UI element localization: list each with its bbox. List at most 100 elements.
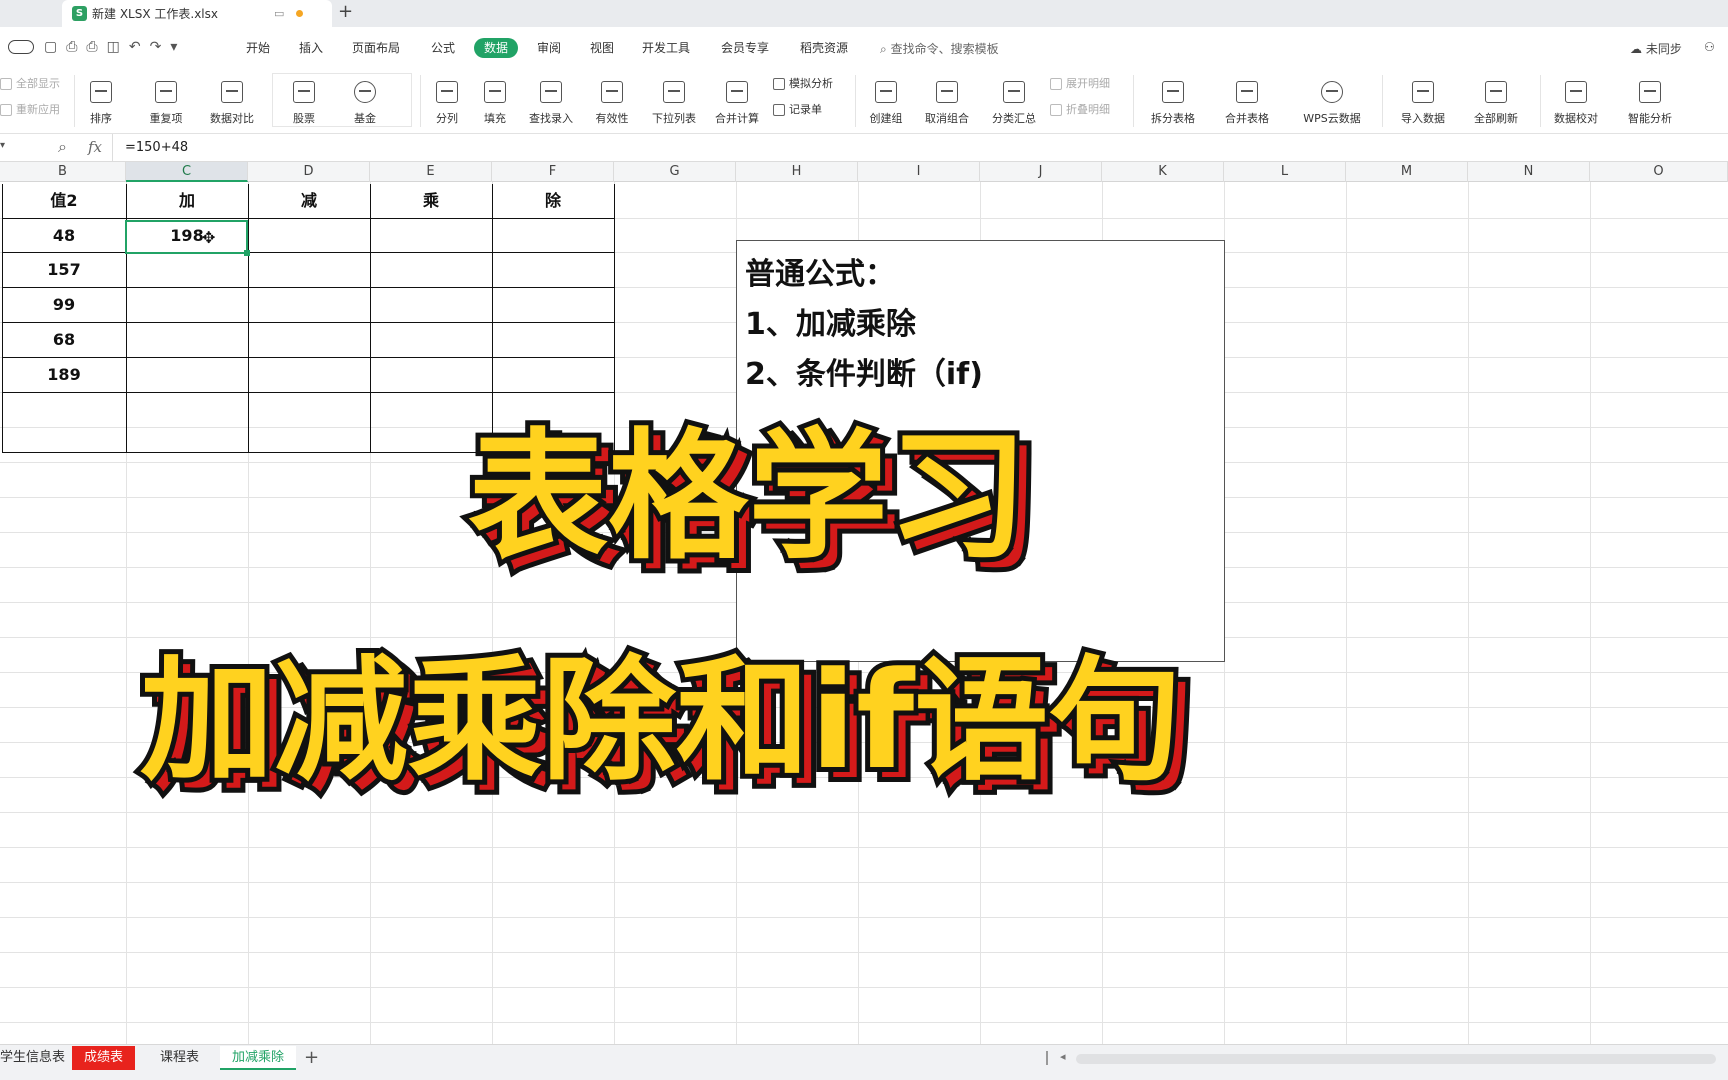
document-tab[interactable]: S 新建 XLSX 工作表.xlsx ▭ <box>62 0 332 27</box>
sheet-tab-students[interactable]: 学生信息表 <box>0 1046 77 1070</box>
account-icon[interactable]: ⚇ <box>1704 40 1715 54</box>
dropdown-list-button[interactable]: 下拉列表 <box>647 71 701 129</box>
wps-cloud-data-button[interactable]: WPS云数据 <box>1292 71 1372 129</box>
cell-b-value[interactable]: 48 <box>2 219 126 253</box>
quick-access-icons[interactable]: ▢⎙⎙◫↶↷▾ <box>44 39 186 55</box>
consolidate-icon <box>726 81 748 103</box>
menu-tab-developer[interactable]: 开发工具 <box>638 38 694 58</box>
split-table-button[interactable]: 拆分表格 <box>1140 71 1206 129</box>
cell-b-value[interactable]: 157 <box>2 253 126 287</box>
cell-b-value[interactable]: 99 <box>2 288 126 322</box>
column-header-b[interactable]: B <box>0 162 126 182</box>
fx-icon[interactable]: fx <box>88 138 102 156</box>
cloud-data-icon <box>1321 81 1343 103</box>
column-headers: B C D E F G H I J K L M N O <box>0 162 1728 182</box>
column-header-j[interactable]: J <box>980 162 1102 182</box>
menu-tab-formula[interactable]: 公式 <box>427 38 459 58</box>
add-sheet-button[interactable]: + <box>304 1047 319 1068</box>
new-tab-button[interactable]: + <box>338 1 353 22</box>
headline-1: 表格学习 <box>463 411 1033 584</box>
cell-f-header[interactable]: 除 <box>492 184 614 218</box>
create-group-label: 创建组 <box>869 112 903 125</box>
monitor-icon[interactable]: ▭ <box>274 7 284 20</box>
ribbon-data: 全部显示 重新应用 排序 重复项 数据对比 股票 基金 分列 填充 查找录入 有… <box>0 69 1728 134</box>
fill-button[interactable]: 填充 <box>475 71 515 129</box>
sheet-tab-courses[interactable]: 课程表 <box>148 1046 211 1070</box>
subtotal-button[interactable]: 分类汇总 <box>986 71 1042 129</box>
menu-tab-member[interactable]: 会员专享 <box>717 38 773 58</box>
cell-b-header[interactable]: 值2 <box>2 184 126 218</box>
menu-tab-layout[interactable]: 页面布局 <box>348 38 404 58</box>
cell-e-header[interactable]: 乘 <box>370 184 492 218</box>
consolidate-label: 合并计算 <box>715 112 759 125</box>
menu-tab-review[interactable]: 审阅 <box>533 38 565 58</box>
compare-button[interactable]: 数据对比 <box>202 71 262 129</box>
name-box-dropdown-icon[interactable]: ▾ <box>0 140 5 151</box>
show-all-button[interactable]: 全部显示 <box>0 75 60 93</box>
duplicates-button[interactable]: 重复项 <box>140 71 192 129</box>
merge-table-icon <box>1236 81 1258 103</box>
ungroup-button[interactable]: 取消组合 <box>916 71 978 129</box>
command-search[interactable]: ⌕ 查找命令、搜索模板 <box>880 40 999 57</box>
cell-d-header[interactable]: 减 <box>248 184 370 218</box>
formula-input[interactable]: =150+48 <box>112 134 1712 161</box>
refresh-icon <box>1485 81 1507 103</box>
reapply-icon <box>0 104 12 116</box>
validity-button[interactable]: 有效性 <box>587 71 637 129</box>
menu-tab-home[interactable]: 开始 <box>242 38 274 58</box>
column-header-c[interactable]: C <box>126 162 248 182</box>
expand-detail-button[interactable]: 展开明细 <box>1050 75 1110 93</box>
column-header-o[interactable]: O <box>1590 162 1728 182</box>
merge-table-button[interactable]: 合并表格 <box>1214 71 1280 129</box>
consolidate-button[interactable]: 合并计算 <box>710 71 764 129</box>
split-column-button[interactable]: 分列 <box>427 71 467 129</box>
menu-bar: ▢⎙⎙◫↶↷▾ 开始 插入 页面布局 公式 数据 审阅 视图 开发工具 会员专享… <box>0 27 1728 69</box>
toggle-icon[interactable] <box>8 40 34 54</box>
cell-b-value[interactable]: 68 <box>2 323 126 357</box>
sheet-tab-bar: 学生信息表 成绩表 课程表 加减乘除 + ◂ <box>0 1044 1728 1080</box>
home-tab[interactable] <box>0 0 62 27</box>
column-header-l[interactable]: L <box>1224 162 1346 182</box>
menu-tab-insert[interactable]: 插入 <box>295 38 327 58</box>
merge-table-label: 合并表格 <box>1225 112 1269 125</box>
column-header-i[interactable]: I <box>858 162 980 182</box>
column-header-e[interactable]: E <box>370 162 492 182</box>
refresh-all-button[interactable]: 全部刷新 <box>1463 71 1529 129</box>
column-header-k[interactable]: K <box>1102 162 1224 182</box>
active-cell-selection[interactable] <box>125 220 250 256</box>
horizontal-scrollbar[interactable] <box>1076 1054 1716 1064</box>
sort-button[interactable]: 排序 <box>82 71 120 129</box>
stock-button[interactable]: 股票 <box>284 71 324 129</box>
wps-cloud-label: WPS云数据 <box>1303 112 1361 125</box>
simulate-button[interactable]: 模拟分析 <box>773 75 833 93</box>
column-header-f[interactable]: F <box>492 162 614 182</box>
data-verify-button[interactable]: 数据校对 <box>1548 71 1604 129</box>
duplicates-label: 重复项 <box>149 112 183 125</box>
zoom-icon[interactable]: ⌕ <box>58 137 67 157</box>
create-group-button[interactable]: 创建组 <box>862 71 910 129</box>
cell-c-header[interactable]: 加 <box>126 184 248 218</box>
sync-status[interactable]: ☁ 未同步 <box>1630 40 1682 57</box>
import-data-button[interactable]: 导入数据 <box>1390 71 1456 129</box>
collapse-detail-button[interactable]: 折叠明细 <box>1050 101 1110 119</box>
validity-icon <box>601 81 623 103</box>
lookup-button[interactable]: 查找录入 <box>524 71 578 129</box>
sheet-tab-arithmetic[interactable]: 加减乘除 <box>220 1046 297 1070</box>
scroll-left-icon[interactable]: ◂ <box>1060 1050 1066 1063</box>
column-header-d[interactable]: D <box>248 162 370 182</box>
column-header-g[interactable]: G <box>614 162 736 182</box>
import-label: 导入数据 <box>1401 112 1445 125</box>
reapply-button[interactable]: 重新应用 <box>0 101 60 119</box>
cell-b-value[interactable]: 189 <box>2 358 126 392</box>
sheet-tab-grades[interactable]: 成绩表 <box>72 1046 136 1070</box>
menu-tab-view[interactable]: 视图 <box>586 38 618 58</box>
scroll-splitter[interactable] <box>1046 1051 1048 1065</box>
column-header-h[interactable]: H <box>736 162 858 182</box>
column-header-n[interactable]: N <box>1468 162 1590 182</box>
menu-tab-data[interactable]: 数据 <box>474 38 519 58</box>
smart-analysis-button[interactable]: 智能分析 <box>1620 71 1680 129</box>
fund-button[interactable]: 基金 <box>345 71 385 129</box>
record-button[interactable]: 记录单 <box>773 101 822 119</box>
column-header-m[interactable]: M <box>1346 162 1468 182</box>
menu-tab-docer[interactable]: 稻壳资源 <box>796 38 852 58</box>
